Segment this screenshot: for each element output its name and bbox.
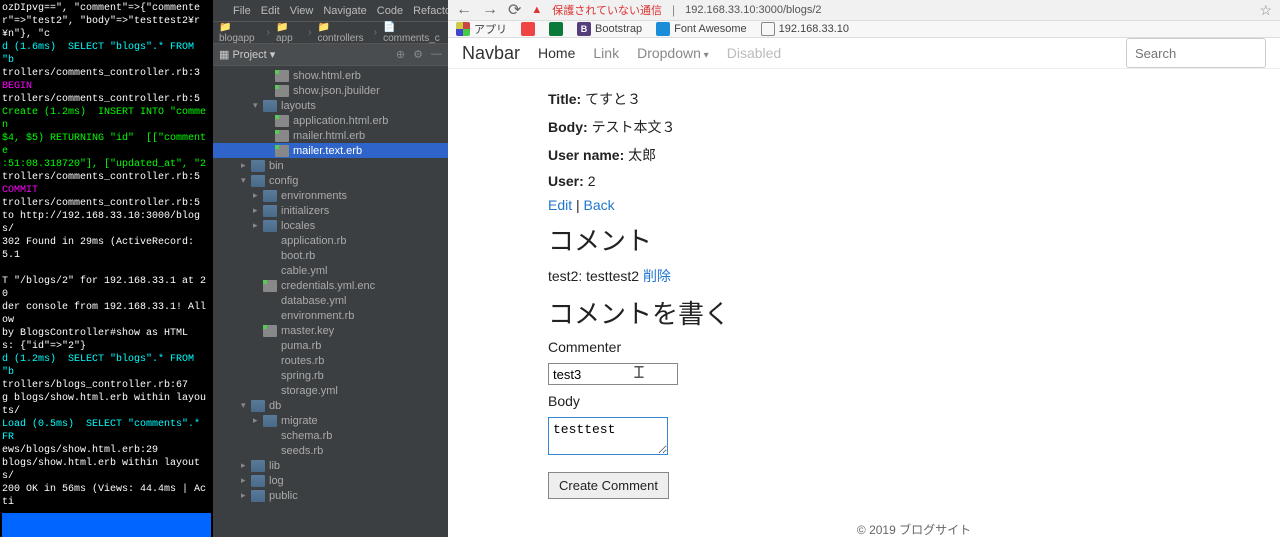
tree-item[interactable]: database.yml <box>213 293 448 308</box>
browser-panel: ← → ⟳ ▲ 保護されていない通信 | 192.168.33.10:3000/… <box>448 0 1280 537</box>
navbar-brand[interactable]: Navbar <box>462 43 520 64</box>
insecure-icon[interactable]: ▲ <box>531 4 542 16</box>
bc-file[interactable]: 📄 comments_c <box>383 22 442 44</box>
search-input[interactable] <box>1126 38 1266 68</box>
tree-item[interactable]: cable.yml <box>213 263 448 278</box>
nav-home[interactable]: Home <box>538 45 575 61</box>
menu-navigate[interactable]: Navigate <box>323 5 366 17</box>
tree-item[interactable]: ▾config <box>213 173 448 188</box>
nav-dropdown[interactable]: Dropdown <box>637 45 709 61</box>
bookmark-item[interactable]: 192.168.33.10 <box>761 22 849 36</box>
body-textarea[interactable] <box>548 417 668 455</box>
tree-item[interactable]: seeds.rb <box>213 443 448 458</box>
tree-item[interactable]: ▸public <box>213 488 448 503</box>
bookmark-item[interactable] <box>521 22 535 36</box>
tree-item[interactable]: ▸environments <box>213 188 448 203</box>
bookmark-item[interactable]: アプリ <box>456 21 507 37</box>
tree-item[interactable]: storage.yml <box>213 383 448 398</box>
body-field-label: Body <box>548 393 1280 409</box>
nav-link[interactable]: Link <box>593 45 619 61</box>
tree-item[interactable]: ▸bin <box>213 158 448 173</box>
terminal-panel: ozDIpvg==", "comment"=>{"commenter"=>"te… <box>0 0 213 537</box>
menu-view[interactable]: View <box>290 5 314 17</box>
user-label: User: <box>548 173 584 189</box>
bc-controllers[interactable]: 📁 controllers <box>317 22 367 44</box>
user-value: 2 <box>588 173 596 189</box>
navbar-search <box>1126 38 1266 68</box>
tree-item[interactable]: ▸locales <box>213 218 448 233</box>
commenter-label: Commenter <box>548 339 1280 355</box>
tree-item[interactable]: show.html.erb <box>213 68 448 83</box>
username-label: User name: <box>548 147 624 163</box>
project-tree[interactable]: show.html.erbshow.json.jbuilder▾layoutsa… <box>213 66 448 537</box>
bookmark-item[interactable]: BBootstrap <box>577 22 642 36</box>
url-text[interactable]: 192.168.33.10:3000/blogs/2 <box>685 4 821 16</box>
menu-code[interactable]: Code <box>377 5 403 17</box>
back-link[interactable]: Back <box>584 197 615 213</box>
back-button[interactable]: ← <box>456 1 472 19</box>
title-value: てすと３ <box>585 91 641 107</box>
delete-link[interactable]: 削除 <box>643 268 671 284</box>
ide-panel: File Edit View Navigate Code Refactor 📁 … <box>213 0 448 537</box>
tree-item[interactable]: ▾db <box>213 398 448 413</box>
project-tool-header: ▦ Project ▾ ⊕ ⚙ — <box>213 44 448 66</box>
comment-row: test2: testtest2 削除 <box>548 266 1280 286</box>
text-cursor-icon: Ꮖ <box>634 365 645 383</box>
tree-item[interactable]: ▸initializers <box>213 203 448 218</box>
commenter-input[interactable] <box>548 363 678 385</box>
insecure-label: 保護されていない通信 <box>552 2 662 18</box>
ide-menubar: File Edit View Navigate Code Refactor <box>213 0 448 22</box>
title-label: Title: <box>548 91 581 107</box>
page-content: Title: てすと３ Body: テスト本文３ User name: 太郎 U… <box>448 69 1280 538</box>
write-comment-heading: コメントを書く <box>548 294 1280 331</box>
comments-heading: コメント <box>548 221 1280 258</box>
tree-item[interactable]: routes.rb <box>213 353 448 368</box>
hide-icon[interactable]: — <box>431 48 442 61</box>
body-value: テスト本文３ <box>592 119 676 135</box>
bookmark-item[interactable]: Font Awesome <box>656 22 747 36</box>
tree-item[interactable]: mailer.text.erb <box>213 143 448 158</box>
bc-root[interactable]: 📁 blogapp <box>219 22 261 44</box>
tree-item[interactable]: mailer.html.erb <box>213 128 448 143</box>
body-label: Body: <box>548 119 588 135</box>
tree-item[interactable]: application.html.erb <box>213 113 448 128</box>
edit-link[interactable]: Edit <box>548 197 572 213</box>
bookmark-star-icon[interactable]: ☆ <box>1259 2 1272 19</box>
create-comment-button[interactable]: Create Comment <box>548 472 669 499</box>
tree-item[interactable]: schema.rb <box>213 428 448 443</box>
collapse-icon[interactable]: ⊕ <box>396 48 405 61</box>
ide-breadcrumb: 📁 blogapp 📁 app 📁 controllers 📄 comments… <box>213 22 448 44</box>
reload-button[interactable]: ⟳ <box>508 0 521 20</box>
bookmarks-bar: アプリ BBootstrap Font Awesome 192.168.33.10 <box>448 21 1280 38</box>
forward-button[interactable]: → <box>482 1 498 19</box>
tree-item[interactable]: environment.rb <box>213 308 448 323</box>
tree-item[interactable]: puma.rb <box>213 338 448 353</box>
tree-item[interactable]: ▸migrate <box>213 413 448 428</box>
site-navbar: Navbar Home Link Dropdown Disabled <box>448 38 1280 69</box>
tree-item[interactable]: ▸log <box>213 473 448 488</box>
tree-item[interactable]: ▸lib <box>213 458 448 473</box>
tree-item[interactable]: master.key <box>213 323 448 338</box>
tree-item[interactable]: boot.rb <box>213 248 448 263</box>
bc-app[interactable]: 📁 app <box>276 22 302 44</box>
menu-file[interactable]: File <box>233 5 251 17</box>
project-title[interactable]: ▦ Project ▾ <box>219 48 275 61</box>
nav-disabled: Disabled <box>727 45 781 61</box>
tree-item[interactable]: spring.rb <box>213 368 448 383</box>
tree-item[interactable]: application.rb <box>213 233 448 248</box>
menu-edit[interactable]: Edit <box>261 5 280 17</box>
footer-text: © 2019 ブログサイト <box>548 521 1280 538</box>
browser-toolbar: ← → ⟳ ▲ 保護されていない通信 | 192.168.33.10:3000/… <box>448 0 1280 21</box>
gear-icon[interactable]: ⚙ <box>413 48 423 61</box>
bookmark-item[interactable] <box>549 22 563 36</box>
tree-item[interactable]: credentials.yml.enc <box>213 278 448 293</box>
tree-item[interactable]: show.json.jbuilder <box>213 83 448 98</box>
tree-item[interactable]: ▾layouts <box>213 98 448 113</box>
username-value: 太郎 <box>628 147 656 163</box>
